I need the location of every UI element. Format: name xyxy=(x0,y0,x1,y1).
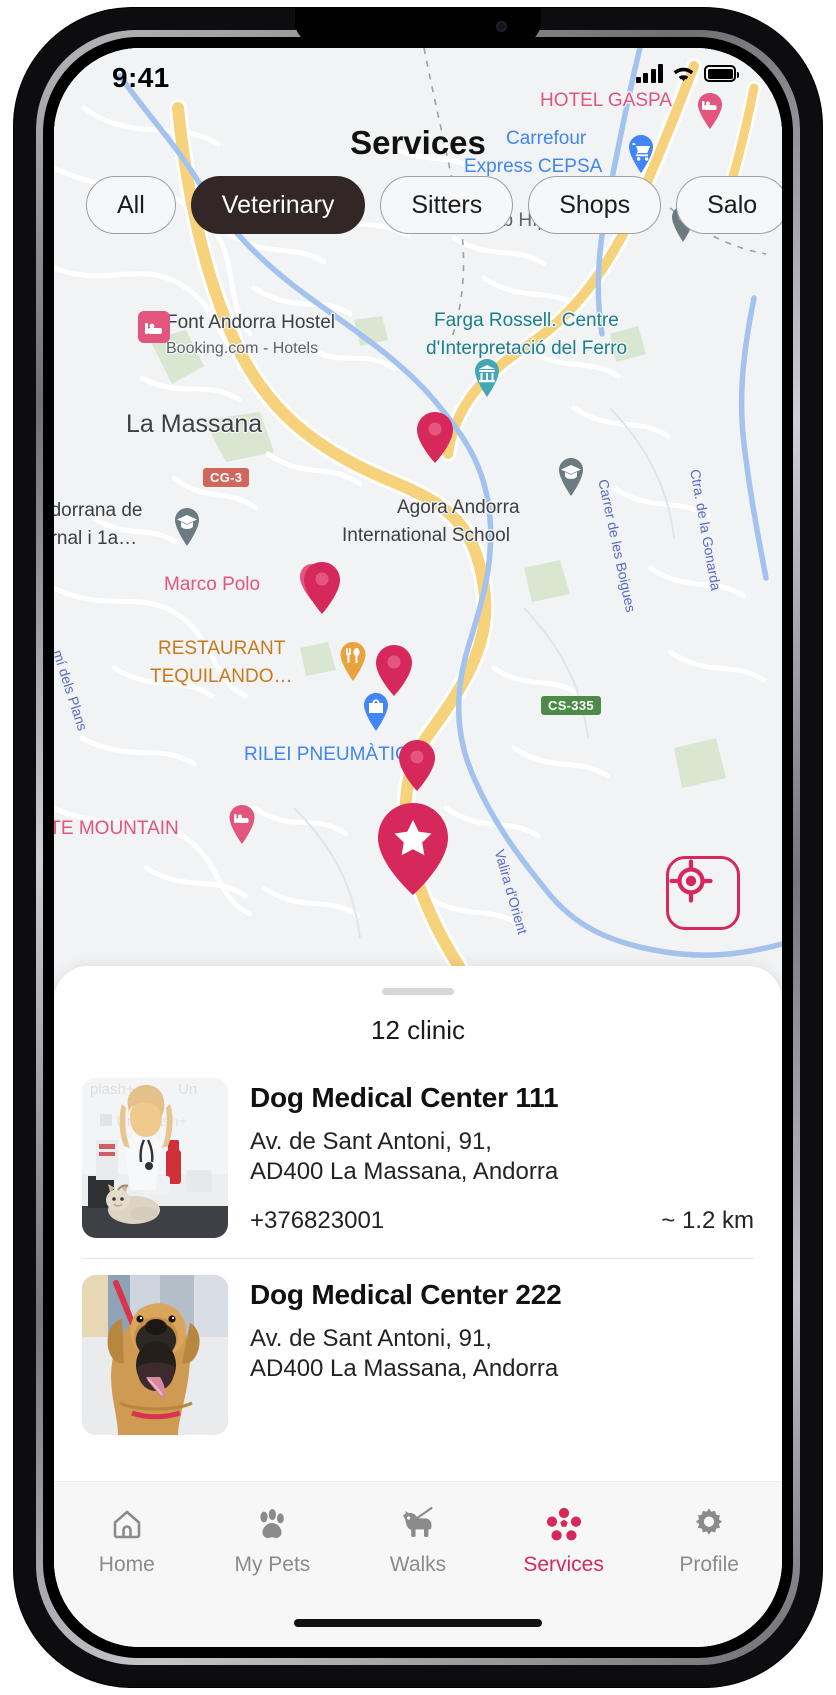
dog-on-leash-icon xyxy=(398,1504,438,1544)
map-label-andorrana-1: ndorrana de xyxy=(54,500,143,521)
map-road-shield-cg3: CG-3 xyxy=(203,468,250,487)
paw-flower-icon xyxy=(546,1504,582,1544)
clinic-phone[interactable]: +376823001 xyxy=(250,1207,384,1235)
map-label-agora-andorra-1: Agora Andorra xyxy=(397,497,520,518)
svg-text:plash+: plash+ xyxy=(90,1081,135,1098)
filter-chip-veterinary[interactable]: Veterinary xyxy=(190,176,366,234)
tab-my-pets[interactable]: My Pets xyxy=(200,1504,346,1577)
clinic-address: Av. de Sant Antoni, 91, AD400 La Massana… xyxy=(250,1324,754,1384)
tab-services[interactable]: Services xyxy=(491,1504,637,1577)
tab-label-my-pets: My Pets xyxy=(234,1553,311,1576)
clinic-name: Dog Medical Center 222 xyxy=(250,1279,562,1310)
clinic-address: Av. de Sant Antoni, 91, AD400 La Massana… xyxy=(250,1127,754,1187)
gear-icon xyxy=(691,1504,727,1544)
list-item[interactable]: plash+ Un Unsplash+ xyxy=(82,1062,754,1258)
map-label-white-mountain: ITE MOUNTAIN xyxy=(54,818,179,839)
clinic-details: Dog Medical Center 222 Av. de Sant Anton… xyxy=(250,1275,754,1435)
map-label-rilei-pneumatics: RILEI PNEUMÀTICS xyxy=(244,744,422,765)
tab-label-home: Home xyxy=(98,1553,155,1576)
filter-chip-row[interactable]: All Veterinary Sitters Shops Salo xyxy=(54,176,782,234)
clinic-address-line1: Av. de Sant Antoni, 91, xyxy=(250,1325,492,1352)
clinic-address-line2: AD400 La Massana, Andorra xyxy=(250,1355,559,1383)
current-location-target-icon xyxy=(669,859,713,903)
map-label-andorrana-2: ernal i 1a… xyxy=(54,528,138,549)
clinic-list: plash+ Un Unsplash+ xyxy=(54,1062,782,1455)
filter-chip-salons[interactable]: Salo xyxy=(676,176,782,234)
home-indicator xyxy=(294,1619,542,1627)
map-label-booking-hotels: Booking.com - Hotels xyxy=(166,340,319,357)
tab-home[interactable]: Home xyxy=(54,1504,200,1577)
results-count-label: 12 clinic xyxy=(371,1015,465,1045)
clinic-address-line1: Av. de Sant Antoni, 91, xyxy=(250,1128,492,1155)
map-label-farga-rossell-1: Farga Rossell. Centre xyxy=(434,310,619,331)
map-road-shield-cs335: CS-335 xyxy=(541,696,601,715)
tab-label-walks: Walks xyxy=(389,1553,447,1576)
clinic-name: Dog Medical Center 111 xyxy=(250,1082,559,1113)
phone-frame: HOTEL GASPA Carrefour Express CEPSA Club… xyxy=(14,8,822,1687)
map-label-font-andorra-hostel: Font Andorra Hostel xyxy=(166,312,335,333)
locate-me-button[interactable] xyxy=(666,856,740,930)
filter-chip-sitters[interactable]: Sitters xyxy=(380,176,514,234)
tab-label-profile: Profile xyxy=(679,1553,739,1576)
map-label-restaurant-1: RESTAURANT xyxy=(158,638,286,659)
map-label-restaurant-2: TEQUILANDO… xyxy=(150,666,293,687)
tab-profile[interactable]: Profile xyxy=(636,1504,782,1577)
clinic-address-line2: AD400 La Massana, Andorra xyxy=(250,1158,559,1186)
map-label-farga-rossell-2: d'Interpretació del Ferro xyxy=(426,338,628,359)
map-label-hotel-gaspa: HOTEL GASPA xyxy=(540,90,672,111)
clinic-details: Dog Medical Center 111 Av. de Sant Anton… xyxy=(250,1078,754,1238)
map-label-agora-andorra-2: International School xyxy=(342,525,510,546)
clinic-thumbnail: plash+ Un Unsplash+ xyxy=(82,1078,228,1238)
phone-screen: HOTEL GASPA Carrefour Express CEPSA Club… xyxy=(54,48,782,1647)
front-camera-icon xyxy=(496,21,507,32)
filter-chip-all[interactable]: All xyxy=(86,176,176,234)
tab-label-services: Services xyxy=(523,1553,604,1576)
clinic-distance: ~ 1.2 km xyxy=(661,1207,754,1235)
list-item[interactable]: Dog Medical Center 222 Av. de Sant Anton… xyxy=(82,1258,754,1455)
dog-portrait-photo xyxy=(82,1275,228,1435)
vet-with-cat-photo: plash+ Un Unsplash+ xyxy=(82,1078,228,1238)
clinic-meta: +376823001 ~ 1.2 km xyxy=(250,1207,754,1235)
filter-chip-shops[interactable]: Shops xyxy=(528,176,662,234)
page-title: Services xyxy=(350,124,486,161)
device-notch xyxy=(295,8,541,44)
sheet-drag-handle[interactable] xyxy=(382,988,454,995)
house-icon xyxy=(109,1504,145,1544)
map-label-la-massana: La Massana xyxy=(126,410,263,438)
svg-text:Un: Un xyxy=(178,1081,197,1098)
tab-walks[interactable]: Walks xyxy=(345,1504,491,1577)
clinic-thumbnail xyxy=(82,1275,228,1435)
paw-print-icon xyxy=(254,1504,290,1544)
map-label-marco-polo: Marco Polo xyxy=(164,574,261,595)
